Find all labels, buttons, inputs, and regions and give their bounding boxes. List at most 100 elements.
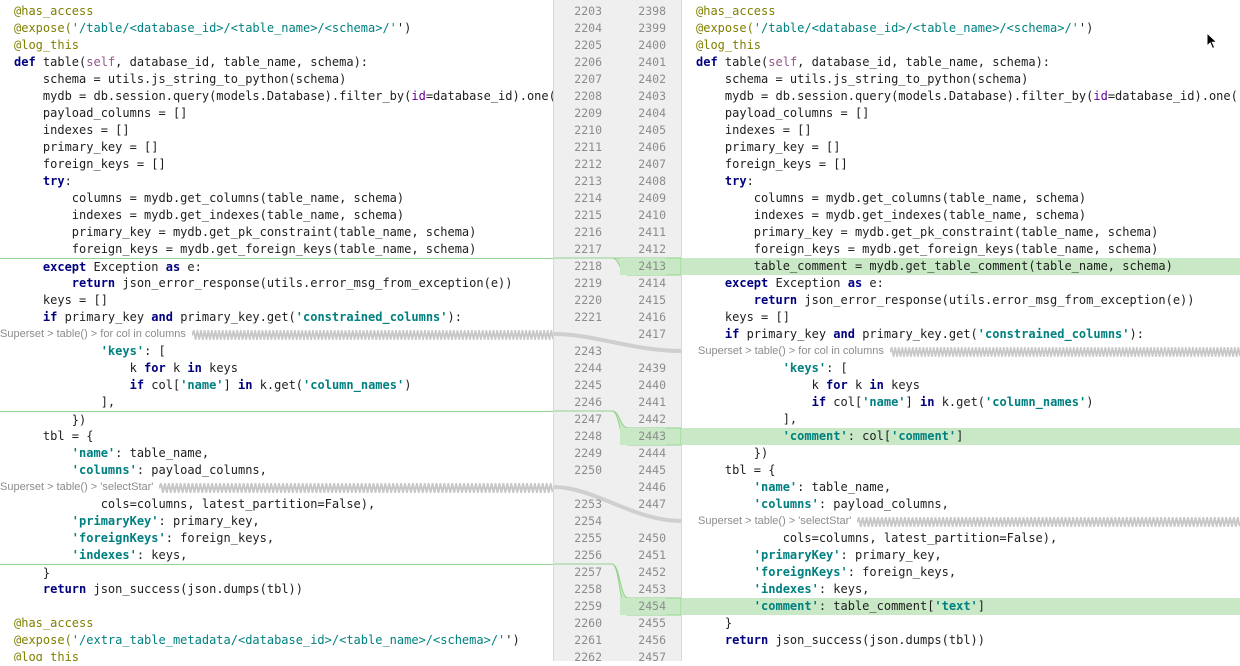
code-line[interactable]: 'foreignKeys': foreign_keys, — [0, 530, 553, 547]
code-token: return — [696, 293, 805, 307]
code-token: '/table/<database_id>/<table_name>/<sche… — [753, 21, 1079, 35]
code-line[interactable] — [0, 598, 553, 615]
code-line[interactable]: mydb = db.session.query(models.Database)… — [0, 88, 553, 105]
code-line[interactable]: 'keys': [ — [0, 343, 553, 360]
code-line[interactable]: primary_key = [] — [682, 139, 1240, 156]
code-line[interactable]: try: — [682, 173, 1240, 190]
code-line[interactable]: if col['name'] in k.get('column_names') — [0, 377, 553, 394]
code-line[interactable]: except Exception as e: — [0, 258, 553, 276]
code-line[interactable]: indexes = [] — [682, 122, 1240, 139]
code-line[interactable]: mydb = db.session.query(models.Database)… — [682, 88, 1240, 105]
code-token: : primary_key, — [158, 514, 260, 528]
code-line[interactable]: return json_success(json.dumps(tbl)) — [0, 581, 553, 598]
code-token: json_success(json.dumps(tbl)) — [93, 582, 303, 596]
code-token: : table_name, — [115, 446, 210, 460]
code-line[interactable]: keys = [] — [0, 292, 553, 309]
code-line[interactable]: } — [0, 564, 553, 582]
code-line[interactable]: return json_success(json.dumps(tbl)) — [682, 632, 1240, 649]
code-line[interactable]: cols=columns, latest_partition=False), — [682, 530, 1240, 547]
code-line[interactable]: 'primaryKey': primary_key, — [0, 513, 553, 530]
code-line[interactable]: schema = utils.js_string_to_python(schem… — [682, 71, 1240, 88]
code-line[interactable]: payload_columns = [] — [0, 105, 553, 122]
code-token: if — [14, 378, 152, 392]
code-token: payload_columns = [] — [14, 106, 188, 120]
code-line[interactable]: keys = [] — [682, 309, 1240, 326]
code-line[interactable]: 'name': table_name, — [682, 479, 1240, 496]
code-line[interactable]: 'name': table_name, — [0, 445, 553, 462]
code-line[interactable]: columns = mydb.get_columns(table_name, s… — [682, 190, 1240, 207]
code-line[interactable]: if primary_key and primary_key.get('cons… — [682, 326, 1240, 343]
code-line[interactable]: tbl = { — [682, 462, 1240, 479]
code-token: primary_key.get( — [180, 310, 296, 324]
code-line[interactable]: foreign_keys = mydb.get_foreign_keys(tab… — [0, 241, 553, 258]
code-line[interactable]: @log_this — [682, 37, 1240, 54]
code-line[interactable]: @log_this — [0, 649, 553, 661]
code-line[interactable] — [682, 649, 1240, 661]
left-line-number: 2210 — [574, 123, 602, 137]
code-token: , database_id, table_name, schema): — [115, 55, 369, 69]
code-line[interactable]: foreign_keys = [] — [0, 156, 553, 173]
code-line[interactable]: 'indexes': keys, — [0, 547, 553, 564]
right-line-number: 2415 — [638, 293, 666, 307]
code-line[interactable]: ], — [0, 394, 553, 411]
code-line[interactable]: indexes = [] — [0, 122, 553, 139]
code-line[interactable]: 'primaryKey': primary_key, — [682, 547, 1240, 564]
code-line[interactable]: 'comment': table_comment['text'] — [682, 598, 1240, 615]
left-editor-pane[interactable]: @has_access @expose('/table/<database_id>… — [0, 0, 553, 661]
code-line[interactable]: 'keys': [ — [682, 360, 1240, 377]
code-line[interactable]: def table(self, database_id, table_name,… — [682, 54, 1240, 71]
code-line[interactable]: } — [682, 615, 1240, 632]
code-line[interactable]: foreign_keys = mydb.get_foreign_keys(tab… — [682, 241, 1240, 258]
code-line[interactable]: indexes = mydb.get_indexes(table_name, s… — [0, 207, 553, 224]
code-line[interactable]: payload_columns = [] — [682, 105, 1240, 122]
code-line[interactable]: 'comment': col['comment'] — [682, 428, 1240, 445]
code-token: } — [14, 566, 51, 580]
code-line[interactable]: return json_error_response(utils.error_m… — [0, 275, 553, 292]
fold-breadcrumb[interactable]: Superset > table() > for col in columns — [0, 326, 553, 343]
fold-breadcrumb[interactable]: Superset > table() > 'selectStar' — [682, 513, 1240, 530]
code-line[interactable]: def table(self, database_id, table_name,… — [0, 54, 553, 71]
code-line[interactable]: columns = mydb.get_columns(table_name, s… — [0, 190, 553, 207]
code-line[interactable]: if primary_key and primary_key.get('cons… — [0, 309, 553, 326]
left-line-number: 2204 — [574, 21, 602, 35]
code-line[interactable]: k for k in keys — [0, 360, 553, 377]
code-line[interactable]: 'indexes': keys, — [682, 581, 1240, 598]
code-token: @log_this — [14, 38, 80, 52]
code-line[interactable]: @has_access — [682, 3, 1240, 20]
code-line[interactable]: cols=columns, latest_partition=False), — [0, 496, 553, 513]
fold-breadcrumb[interactable]: Superset > table() > 'selectStar' — [0, 479, 553, 496]
code-token: except — [696, 276, 776, 290]
code-line[interactable]: primary_key = [] — [0, 139, 553, 156]
right-editor-pane[interactable]: @has_access @expose('/table/<database_id>… — [682, 0, 1240, 661]
code-line[interactable]: try: — [0, 173, 553, 190]
code-line[interactable]: }) — [682, 445, 1240, 462]
right-line-number: 2451 — [638, 548, 666, 562]
code-line[interactable]: foreign_keys = [] — [682, 156, 1240, 173]
code-line[interactable]: 'foreignKeys': foreign_keys, — [682, 564, 1240, 581]
fold-breadcrumb[interactable]: Superset > table() > for col in columns — [682, 343, 1240, 360]
code-token: e: — [187, 260, 202, 274]
code-token: except — [14, 260, 94, 274]
code-line[interactable]: @expose('/table/<database_id>/<table_nam… — [682, 20, 1240, 37]
code-line[interactable]: if col['name'] in k.get('column_names') — [682, 394, 1240, 411]
left-line-number: 2219 — [574, 276, 602, 290]
code-line[interactable]: k for k in keys — [682, 377, 1240, 394]
code-line[interactable]: @has_access — [0, 3, 553, 20]
code-line[interactable]: 'columns': payload_columns, — [0, 462, 553, 479]
code-line[interactable]: indexes = mydb.get_indexes(table_name, s… — [682, 207, 1240, 224]
code-line[interactable]: @log_this — [0, 37, 553, 54]
code-line[interactable]: @has_access — [0, 615, 553, 632]
code-line[interactable]: tbl = { — [0, 428, 553, 445]
code-line[interactable]: return json_error_response(utils.error_m… — [682, 292, 1240, 309]
code-token: if — [696, 327, 747, 341]
code-line[interactable]: table_comment = mydb.get_table_comment(t… — [682, 258, 1240, 275]
code-line[interactable]: @expose('/extra_table_metadata/<database… — [0, 632, 553, 649]
code-line[interactable]: primary_key = mydb.get_pk_constraint(tab… — [0, 224, 553, 241]
code-line[interactable]: 'columns': payload_columns, — [682, 496, 1240, 513]
code-line[interactable]: ], — [682, 411, 1240, 428]
code-line[interactable]: primary_key = mydb.get_pk_constraint(tab… — [682, 224, 1240, 241]
code-line[interactable]: except Exception as e: — [682, 275, 1240, 292]
code-line[interactable]: }) — [0, 411, 553, 429]
code-line[interactable]: schema = utils.js_string_to_python(schem… — [0, 71, 553, 88]
code-line[interactable]: @expose('/table/<database_id>/<table_nam… — [0, 20, 553, 37]
